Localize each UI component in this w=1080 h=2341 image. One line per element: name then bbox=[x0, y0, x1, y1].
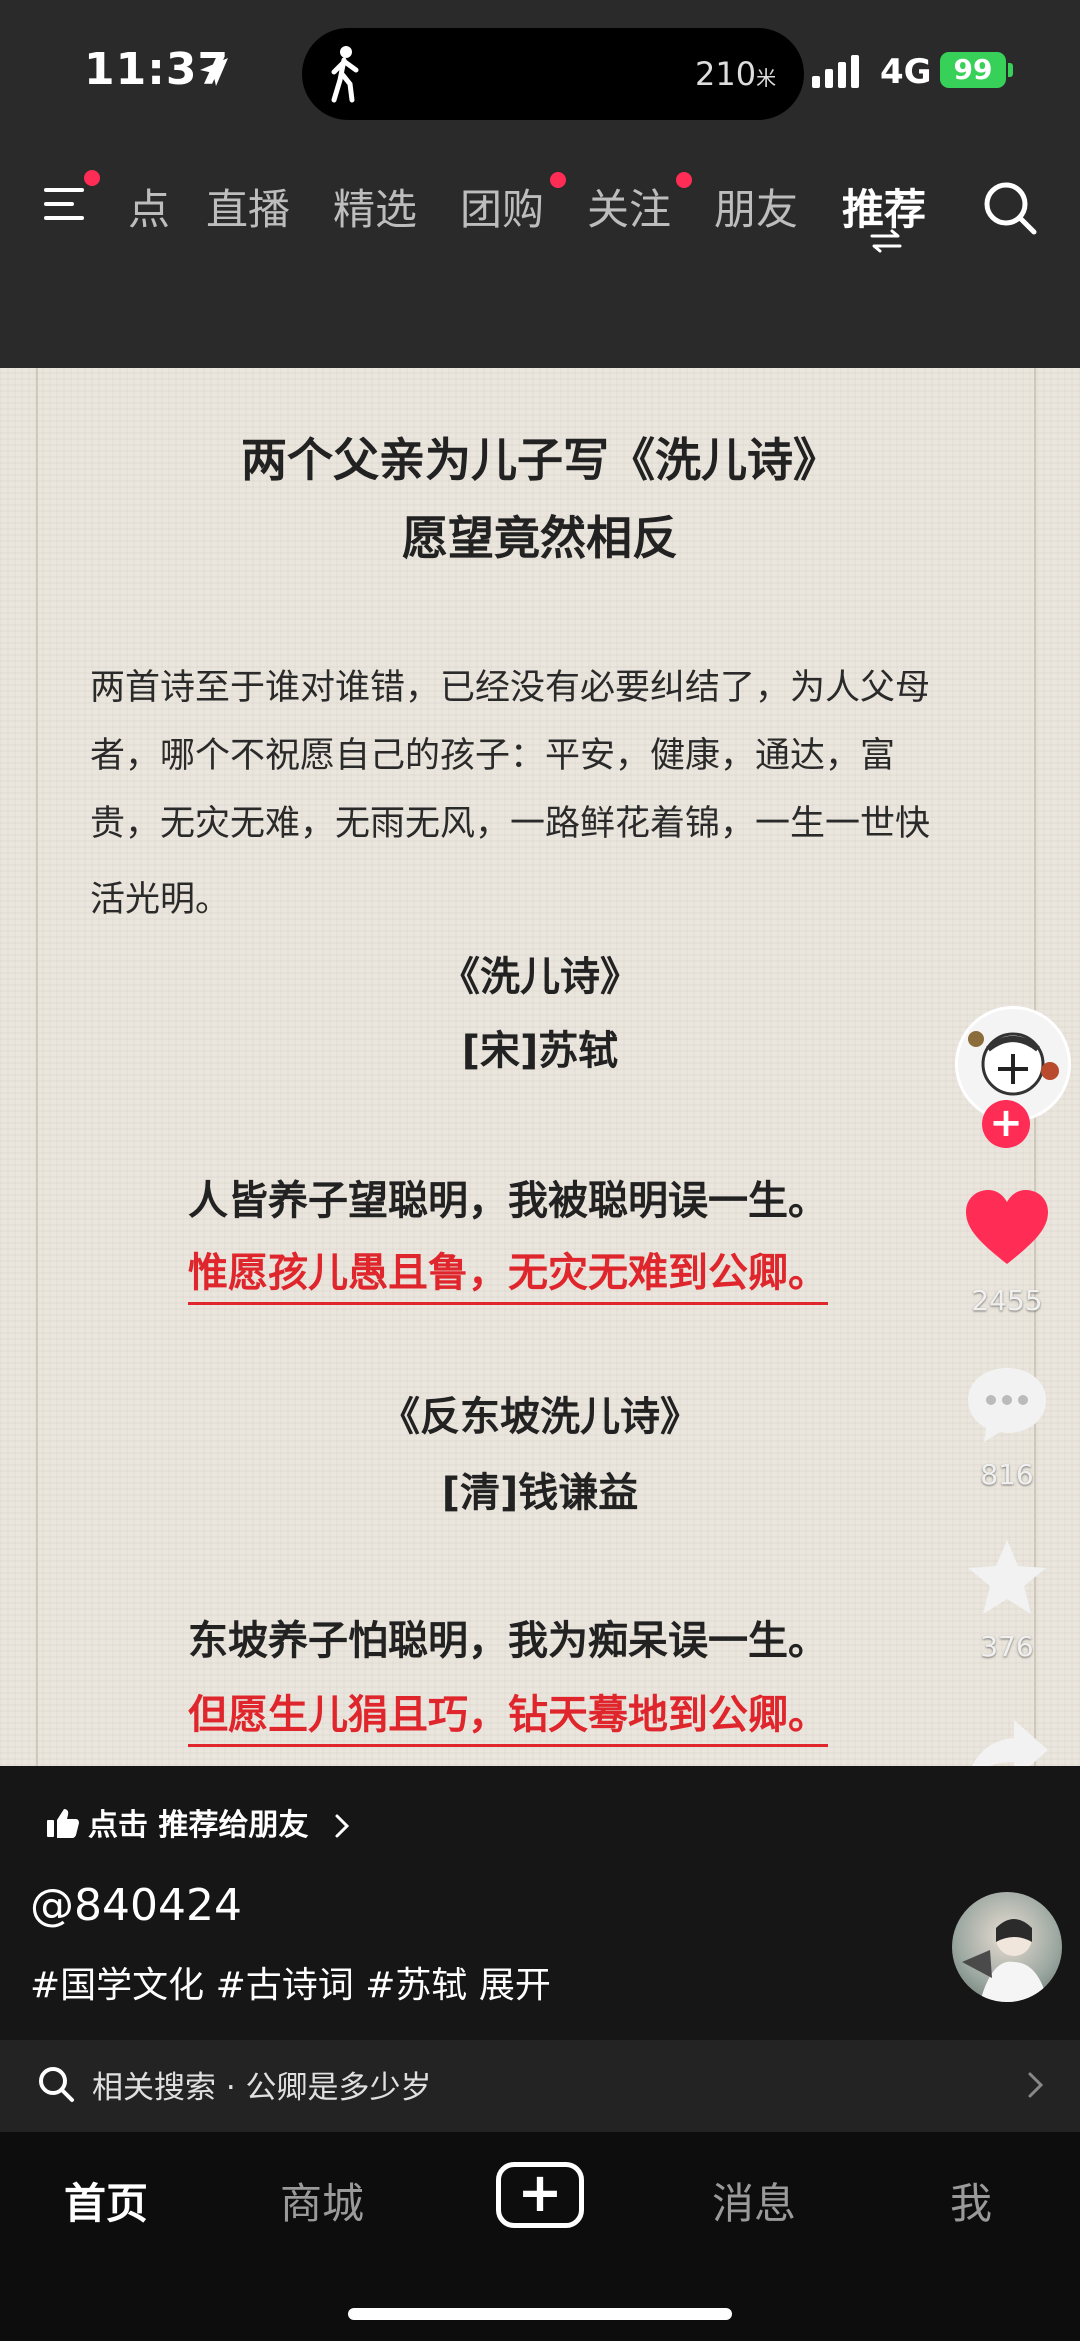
recommend-to-friend[interactable]: 点击 推荐给朋友 bbox=[46, 1800, 353, 1844]
intro-line: 者，哪个不祝愿自己的孩子：平安，健康，通达，富 bbox=[90, 736, 896, 776]
cellular-signal-icon bbox=[812, 55, 859, 88]
search-icon[interactable] bbox=[980, 178, 1040, 238]
group-buy-notification-dot bbox=[550, 172, 566, 188]
poem2-title: 《反东坡洗儿诗》 bbox=[380, 1394, 700, 1440]
author-handle[interactable]: @840424 bbox=[30, 1880, 242, 1931]
tab-live[interactable]: 直播 bbox=[206, 176, 290, 237]
menu-icon[interactable] bbox=[44, 186, 88, 222]
poem2-author: [清]钱谦益 bbox=[441, 1470, 639, 1516]
related-search-icon bbox=[39, 2067, 74, 2102]
like-count: 2455 bbox=[971, 1284, 1043, 1317]
create-button[interactable]: + bbox=[496, 2162, 584, 2228]
comment-icon[interactable] bbox=[962, 1360, 1052, 1450]
recommend-label: 点击 推荐给朋友 bbox=[88, 1808, 309, 1843]
location-arrow-icon bbox=[200, 58, 228, 86]
follow-button[interactable]: + bbox=[982, 1100, 1030, 1148]
video-frame[interactable]: 两个父亲为儿子写《洗儿诗》 愿望竟然相反 两首诗至于谁对谁错，已经没有必要纠结了… bbox=[0, 368, 1080, 1766]
hashtags[interactable]: #国学文化 #古诗词 #苏轼 展开 bbox=[30, 1956, 551, 2008]
top-nav bbox=[0, 130, 1080, 368]
tab-friends[interactable]: 朋友 bbox=[714, 176, 798, 237]
battery-icon: 99 bbox=[940, 52, 1006, 88]
favorite-count: 376 bbox=[980, 1630, 1034, 1663]
favorite-star-icon[interactable] bbox=[962, 1534, 1052, 1624]
music-avatar[interactable] bbox=[952, 1892, 1062, 2002]
intro-paragraph: 两首诗至于谁对谁错，已经没有必要纠结了，为人父母 者，哪个不祝愿自己的孩子：平安… bbox=[90, 654, 1010, 934]
intro-line: 两首诗至于谁对谁错，已经没有必要纠结了，为人父母 bbox=[90, 668, 931, 708]
comment-count: 816 bbox=[980, 1458, 1034, 1491]
app-screen: 11:37 210米 4G 99 点 直播 精选 团购 关注 朋友 推荐 两个父… bbox=[0, 0, 1080, 2341]
person-photo-icon bbox=[962, 1919, 1048, 2002]
home-indicator bbox=[348, 2308, 732, 2320]
poem1-title: 《洗儿诗》 bbox=[440, 954, 640, 1000]
following-notification-dot bbox=[676, 172, 692, 188]
video-title-line2: 愿望竟然相反 bbox=[402, 511, 678, 565]
thumbs-up-icon bbox=[47, 1809, 79, 1838]
step-count: 210米 bbox=[695, 55, 777, 93]
menu-notification-dot bbox=[84, 170, 100, 186]
nav-me[interactable]: 我 bbox=[950, 2170, 992, 2231]
walking-person-icon bbox=[331, 46, 359, 103]
tab-hot[interactable]: 点 bbox=[128, 176, 170, 237]
battery-cap bbox=[1008, 63, 1013, 77]
nav-messages[interactable]: 消息 bbox=[712, 2170, 796, 2231]
intro-line: 贵，无灾无难，无雨无风，一路鲜花着锦，一生一世快 bbox=[90, 804, 931, 844]
tab-featured[interactable]: 精选 bbox=[333, 176, 417, 237]
related-chevron-icon bbox=[1028, 2072, 1044, 2098]
tab-following[interactable]: 关注 bbox=[587, 176, 671, 237]
poem1-line2: 惟愿孩儿愚且鲁，无灾无难到公卿。 bbox=[188, 1240, 828, 1305]
nav-home[interactable]: 首页 bbox=[64, 2170, 148, 2231]
like-heart-icon[interactable] bbox=[962, 1184, 1052, 1274]
poem1-line1: 人皆养子望聪明，我被聪明误一生。 bbox=[188, 1178, 828, 1224]
related-search-text: 相关搜索 · 公卿是多少岁 bbox=[92, 2070, 432, 2106]
video-title-line1: 两个父亲为儿子写《洗儿诗》 bbox=[241, 433, 839, 487]
chevron-right-icon bbox=[335, 1814, 350, 1838]
swap-arrows-icon bbox=[870, 229, 902, 253]
poem1-author: [宋]苏轼 bbox=[461, 1028, 619, 1074]
nav-mall[interactable]: 商城 bbox=[280, 2170, 364, 2231]
intro-line: 活光明。 bbox=[90, 880, 231, 920]
tab-group-buy[interactable]: 团购 bbox=[460, 176, 544, 237]
network-type: 4G bbox=[880, 52, 932, 92]
poem2-line1: 东坡养子怕聪明，我为痴呆误一生。 bbox=[188, 1618, 828, 1664]
poem2-line2: 但愿生儿狷且巧，钻天蓦地到公卿。 bbox=[188, 1682, 828, 1747]
